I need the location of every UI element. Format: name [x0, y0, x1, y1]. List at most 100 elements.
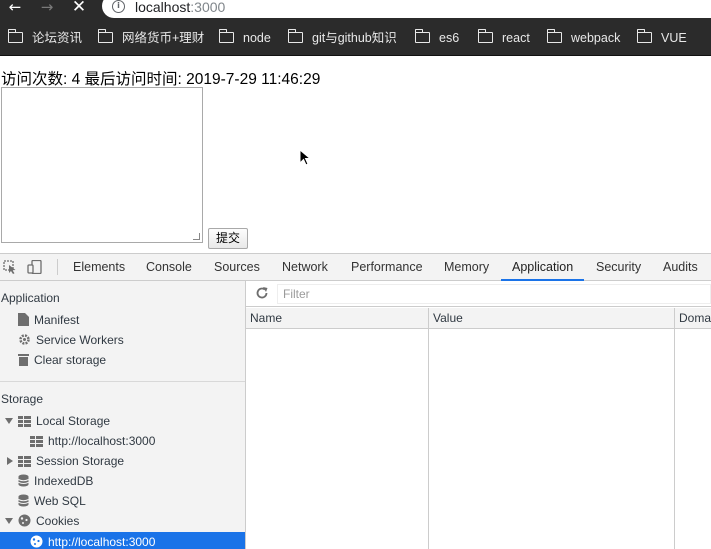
sidebar-item-indexeddb[interactable]: IndexedDB [18, 471, 93, 491]
inspect-element-icon[interactable] [3, 260, 19, 274]
refresh-icon[interactable] [255, 286, 269, 300]
device-toolbar-icon[interactable] [27, 260, 43, 274]
grid-icon [18, 416, 31, 427]
filter-toolbar: Filter [246, 281, 711, 307]
sidebar-divider [0, 381, 245, 382]
close-icon[interactable]: ✕ [68, 0, 90, 16]
sidebar-item-label: Session Storage [36, 454, 125, 468]
message-textarea[interactable] [1, 87, 203, 243]
bookmark-folder[interactable]: 网络货币+理财 [97, 29, 205, 48]
bookmark-label: VUE [661, 31, 687, 45]
submit-button[interactable]: 提交 [208, 228, 248, 249]
bookmarks-bar: 论坛资讯 网络货币+理财 node git与github知识 es6 react… [0, 20, 711, 56]
folder-icon [97, 29, 113, 43]
bookmark-folder[interactable]: node [218, 29, 271, 48]
bookmark-label: webpack [571, 31, 621, 45]
forward-arrow-icon[interactable]: → [36, 0, 58, 16]
tab-application[interactable]: Application [501, 254, 585, 281]
trash-icon [18, 354, 29, 366]
application-sidebar: Application Manifest Service Workers Cle… [0, 281, 246, 549]
bookmark-label: es6 [439, 31, 460, 45]
collapse-arrow-icon[interactable] [7, 457, 13, 465]
sidebar-item-clear-storage[interactable]: Clear storage [18, 350, 106, 370]
sidebar-item-label: Web SQL [34, 494, 86, 508]
grid-icon [30, 436, 43, 447]
tab-audits[interactable]: Audits [663, 254, 698, 281]
browser-toolbar: ← → ✕ i localhost:3000 [0, 0, 711, 20]
bookmark-folder[interactable]: 论坛资讯 [7, 29, 83, 48]
bookmark-label: 网络货币+理财 [122, 31, 205, 45]
expand-arrow-icon[interactable] [5, 418, 13, 424]
tab-elements[interactable]: Elements [73, 254, 125, 281]
url-port: :3000 [190, 0, 226, 15]
sidebar-section-application: Application [1, 291, 60, 305]
bookmark-folder[interactable]: es6 [414, 29, 460, 48]
expand-arrow-icon[interactable] [5, 518, 13, 524]
resize-grip-icon[interactable] [193, 233, 200, 240]
sidebar-section-storage: Storage [1, 392, 44, 406]
column-header-name[interactable]: Name [250, 311, 282, 325]
bookmark-folder[interactable]: git与github知识 [287, 29, 397, 48]
tab-console[interactable]: Console [146, 254, 192, 281]
grid-icon [18, 456, 31, 467]
sidebar-item-label: http://localhost:3000 [48, 535, 156, 549]
column-header-value[interactable]: Value [433, 311, 463, 325]
sidebar-item-label: Local Storage [36, 414, 111, 428]
sidebar-item-session-storage[interactable]: Session Storage [18, 451, 124, 471]
document-icon [18, 313, 29, 326]
tab-sources[interactable]: Sources [214, 254, 260, 281]
tab-performance[interactable]: Performance [351, 254, 423, 281]
cookie-icon [18, 514, 31, 527]
sidebar-item-label: http://localhost:3000 [48, 434, 156, 448]
filter-placeholder: Filter [283, 287, 310, 301]
folder-icon [636, 29, 652, 43]
sidebar-item-local-storage[interactable]: Local Storage [18, 411, 110, 431]
folder-icon [287, 29, 303, 43]
sidebar-item-manifest[interactable]: Manifest [18, 310, 79, 330]
bookmark-folder[interactable]: VUE [636, 29, 687, 48]
cookies-pane: Filter Name Value Doma [246, 281, 711, 549]
sidebar-item-service-workers[interactable]: Service Workers [18, 330, 124, 350]
bookmark-folder[interactable]: webpack [546, 29, 621, 48]
sidebar-item-local-storage-origin[interactable]: http://localhost:3000 [30, 431, 155, 451]
folder-icon [414, 29, 430, 43]
url-host: localhost [135, 0, 191, 15]
visit-info-text: 访问次数: 4 最后访问时间: 2019-7-29 11:46:29 [1, 71, 321, 88]
mouse-cursor-icon [299, 149, 312, 166]
address-bar[interactable]: i localhost:3000 [102, 0, 711, 18]
devtools-panel: Elements Console Sources Network Perform… [0, 253, 711, 549]
column-divider[interactable] [428, 308, 429, 549]
cookie-icon [30, 535, 43, 548]
sidebar-item-label: Clear storage [34, 353, 107, 367]
bookmark-label: react [502, 31, 530, 45]
sidebar-item-cookies-origin[interactable]: http://localhost:3000 [30, 532, 155, 549]
bookmark-folder[interactable]: react [477, 29, 530, 48]
sidebar-item-label: Service Workers [36, 333, 124, 347]
devtools-tabbar: Elements Console Sources Network Perform… [0, 254, 711, 281]
url-text[interactable]: localhost:3000 [135, 0, 225, 15]
toolbar-divider [57, 259, 58, 275]
folder-icon [477, 29, 493, 43]
filter-input[interactable] [277, 284, 711, 304]
database-icon [18, 494, 29, 507]
sidebar-item-cookies[interactable]: Cookies [18, 511, 79, 531]
bookmark-label: 论坛资讯 [32, 31, 83, 45]
column-header-domain[interactable]: Doma [679, 311, 711, 325]
folder-icon [546, 29, 562, 43]
database-icon [18, 474, 29, 487]
folder-icon [7, 29, 23, 43]
bookmark-label: git与github知识 [312, 31, 397, 45]
column-divider[interactable] [674, 308, 675, 549]
tab-network[interactable]: Network [282, 254, 328, 281]
info-icon[interactable]: i [112, 0, 125, 13]
bookmark-label: node [243, 31, 271, 45]
sidebar-item-label: Manifest [34, 313, 80, 327]
sidebar-item-web-sql[interactable]: Web SQL [18, 491, 86, 511]
cookies-table-header: Name Value Doma [246, 308, 711, 329]
folder-icon [218, 29, 234, 43]
sidebar-item-label: Cookies [36, 514, 80, 528]
gear-icon [19, 334, 30, 345]
tab-security[interactable]: Security [596, 254, 641, 281]
tab-memory[interactable]: Memory [444, 254, 489, 281]
back-arrow-icon[interactable]: ← [4, 0, 26, 16]
